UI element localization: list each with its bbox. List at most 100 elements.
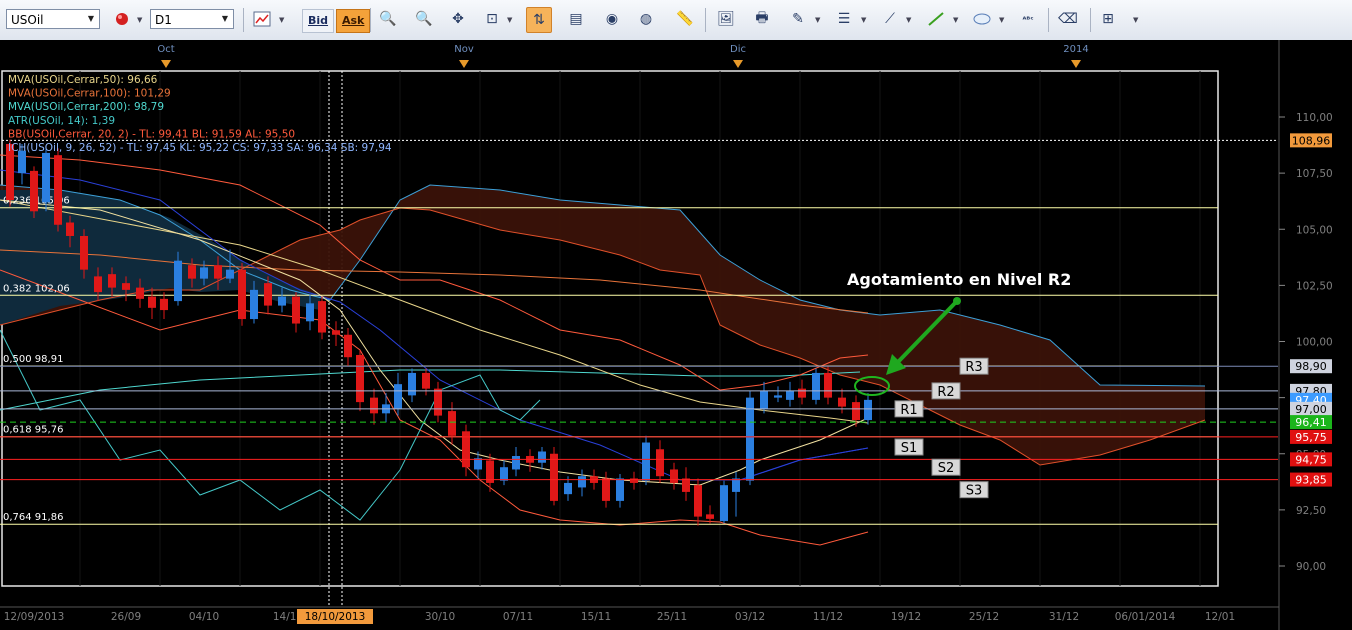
properties-icon[interactable]: ▤ (564, 7, 588, 31)
candle-body (200, 267, 208, 279)
view-icon[interactable]: ◉ (600, 7, 624, 31)
candle-body (512, 455, 520, 470)
candle-body (774, 395, 782, 398)
candle-body (656, 449, 664, 477)
chevron-down-icon[interactable]: ▼ (999, 16, 1004, 24)
zoom-rect-icon[interactable]: ⊡ (480, 7, 504, 31)
pivot-label-text: R1 (900, 403, 917, 418)
date-tick-label: 30/10 (425, 611, 455, 623)
candle-body (642, 442, 650, 481)
pivot-label-text: R3 (965, 360, 982, 375)
date-tick-label: 19/12 (891, 611, 921, 623)
candle-body (682, 478, 690, 492)
globe-icon[interactable]: ◍ (634, 7, 658, 31)
chevron-down-icon[interactable]: ▼ (906, 16, 911, 24)
candle-body (670, 469, 678, 483)
candle-body (122, 283, 130, 290)
chevron-down-icon[interactable]: ▼ (953, 16, 958, 24)
candle-body (864, 399, 872, 421)
zoom-in-icon[interactable]: 🔍 (376, 7, 400, 31)
chevron-down-icon: ▼ (221, 14, 229, 23)
fan-icon[interactable]: ⟋ (878, 7, 902, 31)
chevron-down-icon[interactable]: ▼ (137, 16, 142, 24)
candle-body (798, 388, 806, 398)
chevron-down-icon: ▼ (87, 14, 95, 23)
print-icon[interactable]: 🖶 (750, 7, 774, 31)
candle-body (344, 334, 352, 358)
symbol-select[interactable]: USOil ▼ (6, 9, 100, 29)
ruler-icon[interactable]: 📏 (673, 7, 697, 31)
price-tick-label: 105,00 (1296, 224, 1333, 236)
bid-button[interactable]: Bid (302, 9, 335, 33)
record-icon[interactable] (110, 7, 134, 31)
candle-body (422, 372, 430, 389)
candle-body (66, 222, 74, 236)
chart-toolbar: USOil ▼ ▼ D1 ▼ ▼ Bid Ask 🔍 🔍 ✥ ⊡ ▼ ⇅ ▤ ◉… (0, 0, 1352, 41)
candle-body (500, 467, 508, 481)
crosshair-zoom-icon[interactable]: ✥ (446, 7, 470, 31)
candle-body (188, 265, 196, 279)
image-icon[interactable]: 🖼 (714, 7, 738, 31)
candle-body (538, 451, 546, 463)
month-label: Dic (730, 44, 746, 55)
ellipse-icon[interactable] (970, 7, 994, 31)
line-chart-glyph (253, 11, 271, 27)
ask-button[interactable]: Ask (336, 9, 371, 33)
candle-body (852, 402, 860, 421)
drawing-tools-icon[interactable]: ✎ (786, 7, 810, 31)
date-tick-label: 12/01 (1205, 611, 1235, 623)
indicator-legend-item: MVA(USOil,Cerrar,200): 98,79 (8, 101, 164, 113)
price-chart[interactable]: 0,236 105,960,382 102,060,500 98,910,618… (0, 40, 1352, 630)
price-box-label: 93,85 (1295, 474, 1327, 487)
candle-body (160, 298, 168, 311)
red-ball-icon (116, 13, 128, 25)
chart-type-icon[interactable] (250, 7, 274, 31)
ellipse-glyph (973, 13, 991, 25)
chevron-down-icon[interactable]: ▼ (507, 16, 512, 24)
month-label: 2014 (1063, 44, 1088, 55)
candle-body (370, 397, 378, 414)
toolbar-divider (243, 8, 244, 32)
date-tick-label: 12/09/2013 (4, 611, 65, 623)
price-box-label: 98,90 (1295, 360, 1327, 373)
fib-level-label: 0,764 91,86 (3, 512, 63, 523)
price-tick-label: 110,00 (1296, 112, 1333, 124)
candle-body (760, 390, 768, 409)
zoom-out-icon[interactable]: 🔍 (412, 7, 436, 31)
pivot-label-text: S2 (938, 461, 955, 476)
timeframe-select[interactable]: D1 ▼ (150, 9, 234, 29)
candle-body (578, 476, 586, 488)
lines-icon[interactable]: ☰ (832, 7, 856, 31)
candle-body (318, 301, 326, 333)
indicator-legend-item: BB(USOil,Cerrar, 20, 2) - TL: 99,41 BL: … (8, 128, 295, 140)
candle-body (108, 274, 116, 288)
text-tool-icon[interactable]: ᴬᴮᶜ (1016, 7, 1040, 31)
trend-line-icon[interactable] (924, 7, 948, 31)
date-tick-label: 06/01/2014 (1115, 611, 1176, 623)
candle-body (474, 458, 482, 470)
candle-body (332, 330, 340, 335)
candle-body (824, 372, 832, 398)
indicator-legend-item: MVA(USOil,Cerrar,100): 101,29 (8, 88, 171, 100)
toolbar-divider (705, 8, 706, 32)
candle-body (148, 296, 156, 308)
date-tick-label: 11/12 (813, 611, 843, 623)
candle-body (434, 388, 442, 416)
chevron-down-icon[interactable]: ▼ (279, 16, 284, 24)
candle-body (306, 303, 314, 322)
chevron-down-icon[interactable]: ▼ (815, 16, 820, 24)
candle-body (602, 478, 610, 501)
candle-body (264, 283, 272, 306)
eraser-icon[interactable]: ⌫ (1056, 7, 1080, 31)
chevron-down-icon[interactable]: ▼ (861, 16, 866, 24)
hierarchy-icon[interactable]: ⊞ (1096, 7, 1120, 31)
candle-body (746, 397, 754, 481)
chevron-down-icon[interactable]: ▼ (1133, 16, 1138, 24)
autoscroll-icon[interactable]: ⇅ (526, 7, 552, 33)
month-label: Oct (157, 44, 174, 55)
candle-body (42, 152, 50, 203)
candle-body (226, 269, 234, 279)
candle-body (564, 482, 572, 495)
price-box-label: 108,96 (1292, 134, 1331, 147)
fib-level-label: 0,382 102,06 (3, 283, 70, 294)
